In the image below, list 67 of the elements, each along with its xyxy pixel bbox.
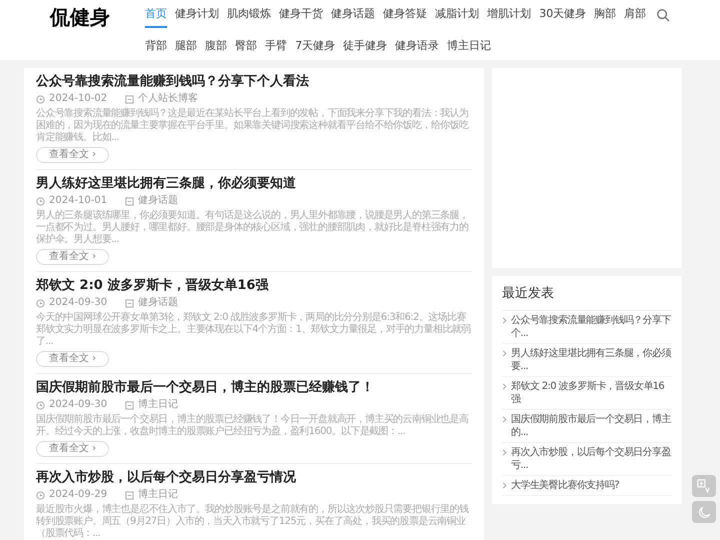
- category-icon: [125, 196, 134, 206]
- nav-link[interactable]: 手臂: [265, 38, 288, 60]
- post-excerpt: 国庆假期前股市最后一个交易日，博主的股票已经赚钱了！今日一开盘就高开，博主买的云南铜业也是高开。经过今天的上涨，收盘时博主的股票账户已经扭亏为盈，盈利1600。以下是截图：...: [36, 414, 470, 438]
- post-excerpt: 最近股市火爆，博主也是忍不住入市了。我的炒股账号是之前就有的，所以这次炒股只需要把银行里的钱转到股票账户。周五（9月27日）入市的，当天入市就亏了125元，买在了高处，我买的股票是云南铜业（股票代码：...: [36, 504, 470, 540]
- widget-title: 最近发表: [502, 284, 672, 310]
- clock-icon: [36, 400, 45, 410]
- clock-icon: [36, 298, 45, 308]
- recent-post-link[interactable]: 再次入市炒股，以后每个交易日分享盈亏...: [511, 446, 672, 472]
- moon-icon: [698, 506, 710, 518]
- clock-icon: [36, 490, 45, 500]
- site-logo[interactable]: 侃健身: [50, 5, 146, 29]
- nav-link[interactable]: 徒手健身: [343, 38, 388, 60]
- post-excerpt: 今天的中国网球公开赛女单第3轮，郑钦文 2:0 战胜波多罗斯卡，两局的比分分别是6:3和6:2。这场比赛郑钦文实力明显在波多罗斯卡之上。主要体现在以下4个方面：1、郑钦文力量很足，对手的力量相比就弱了...: [36, 312, 472, 348]
- nav-link[interactable]: 腹部: [205, 38, 228, 60]
- read-more-button[interactable]: 查看全文 ›: [36, 441, 110, 457]
- category-icon: [125, 298, 134, 308]
- recent-post-link[interactable]: 国庆假期前股市最后一个交易日，博主的...: [511, 412, 672, 438]
- nav-link[interactable]: 博主日记: [447, 38, 492, 60]
- nav-link[interactable]: 健身干货: [279, 6, 324, 28]
- post-date: 2024-09-30: [49, 399, 108, 411]
- nav-link[interactable]: 腿部: [175, 38, 198, 60]
- chevron-icon: [502, 350, 507, 356]
- chevron-icon: [502, 482, 507, 488]
- nav-link[interactable]: 健身答疑: [383, 6, 428, 28]
- nav-link[interactable]: 背部: [145, 38, 168, 60]
- category-icon: [125, 490, 134, 500]
- nav-link[interactable]: 增肌计划: [487, 6, 532, 28]
- post-excerpt: 公众号靠搜索流量能赚到钱吗？这是最近在某站长平台上看到的发帖，下面我来分享下我的看法：我认为困难的，因为现在的流量主要掌握在平台手里。如果靠关键词搜索这种就看平台给不给你饭吃，给你饭吃肯定能赚钱。比如...: [36, 108, 470, 144]
- dark-mode-button[interactable]: [692, 501, 716, 523]
- clock-icon: [36, 94, 45, 104]
- translate-button[interactable]: [692, 475, 716, 497]
- chevron-icon: [502, 316, 507, 324]
- post-date: 2024-09-30: [49, 297, 108, 309]
- nav-link[interactable]: 肌肉锻炼: [227, 6, 272, 28]
- recent-post-link[interactable]: 男人练好这里堪比拥有三条腿，你必须要...: [511, 346, 672, 372]
- post-title[interactable]: 国庆假期前股市最后一个交易日，博主的股票已经赚钱了！: [36, 380, 472, 396]
- post-date: 2024-09-29: [49, 489, 108, 501]
- recent-post-link[interactable]: 大学生美臀比赛你支持吗?: [511, 478, 620, 492]
- post-title[interactable]: 再次入市炒股，以后每个交易日分享盈亏情况: [36, 470, 472, 486]
- category-icon: [125, 94, 134, 104]
- read-more-button[interactable]: 查看全文 ›: [36, 147, 110, 163]
- post-title[interactable]: 郑钦文 2:0 波多罗斯卡，晋级女单16强: [36, 278, 472, 294]
- chevron-icon: [502, 416, 507, 422]
- nav-link[interactable]: 肩部: [624, 6, 646, 28]
- search-icon[interactable]: [656, 8, 670, 22]
- nav-link[interactable]: 7天健身: [295, 38, 336, 60]
- nav-link[interactable]: 减脂计划: [435, 6, 480, 28]
- clock-icon: [36, 196, 45, 206]
- category-icon: [125, 400, 134, 410]
- nav-link[interactable]: 健身计划: [175, 6, 220, 28]
- nav-link[interactable]: 臀部: [235, 38, 258, 60]
- recent-post-link[interactable]: 公众号靠搜索流量能赚到钱吗？分享下个...: [511, 314, 672, 340]
- nav-link[interactable]: 健身语录: [395, 38, 440, 60]
- chevron-icon: [502, 382, 507, 390]
- translate-icon: [697, 479, 711, 493]
- nav-link[interactable]: 健身话题: [331, 6, 376, 28]
- post-title[interactable]: 男人练好这里堪比拥有三条腿，你必须要知道: [36, 176, 472, 192]
- read-more-button[interactable]: 查看全文 ›: [36, 351, 110, 367]
- nav-link[interactable]: 30天健身: [539, 6, 586, 28]
- nav-link[interactable]: 胸部: [594, 6, 616, 28]
- post-date: 2024-10-01: [49, 195, 108, 207]
- post-title[interactable]: 公众号靠搜索流量能赚到钱吗？分享下个人看法: [36, 74, 472, 90]
- chevron-icon: [502, 448, 507, 456]
- read-more-button[interactable]: 查看全文 ›: [36, 249, 110, 265]
- post-date: 2024-10-02: [49, 93, 108, 105]
- post-excerpt: 男人的三条腿该练哪里，你必须要知道。有句话是这么说的，男人里外都靠腰，说腰是男人的第三条腿，一点都不为过。男人腰好，哪里都好。腰部是身体的核心区域，强壮的腰部肌肉，就好比是脊柱强有力的保护伞。男人想要...: [36, 210, 470, 246]
- recent-post-link[interactable]: 郑钦文 2:0 波多罗斯卡，晋级女单16强: [511, 380, 672, 406]
